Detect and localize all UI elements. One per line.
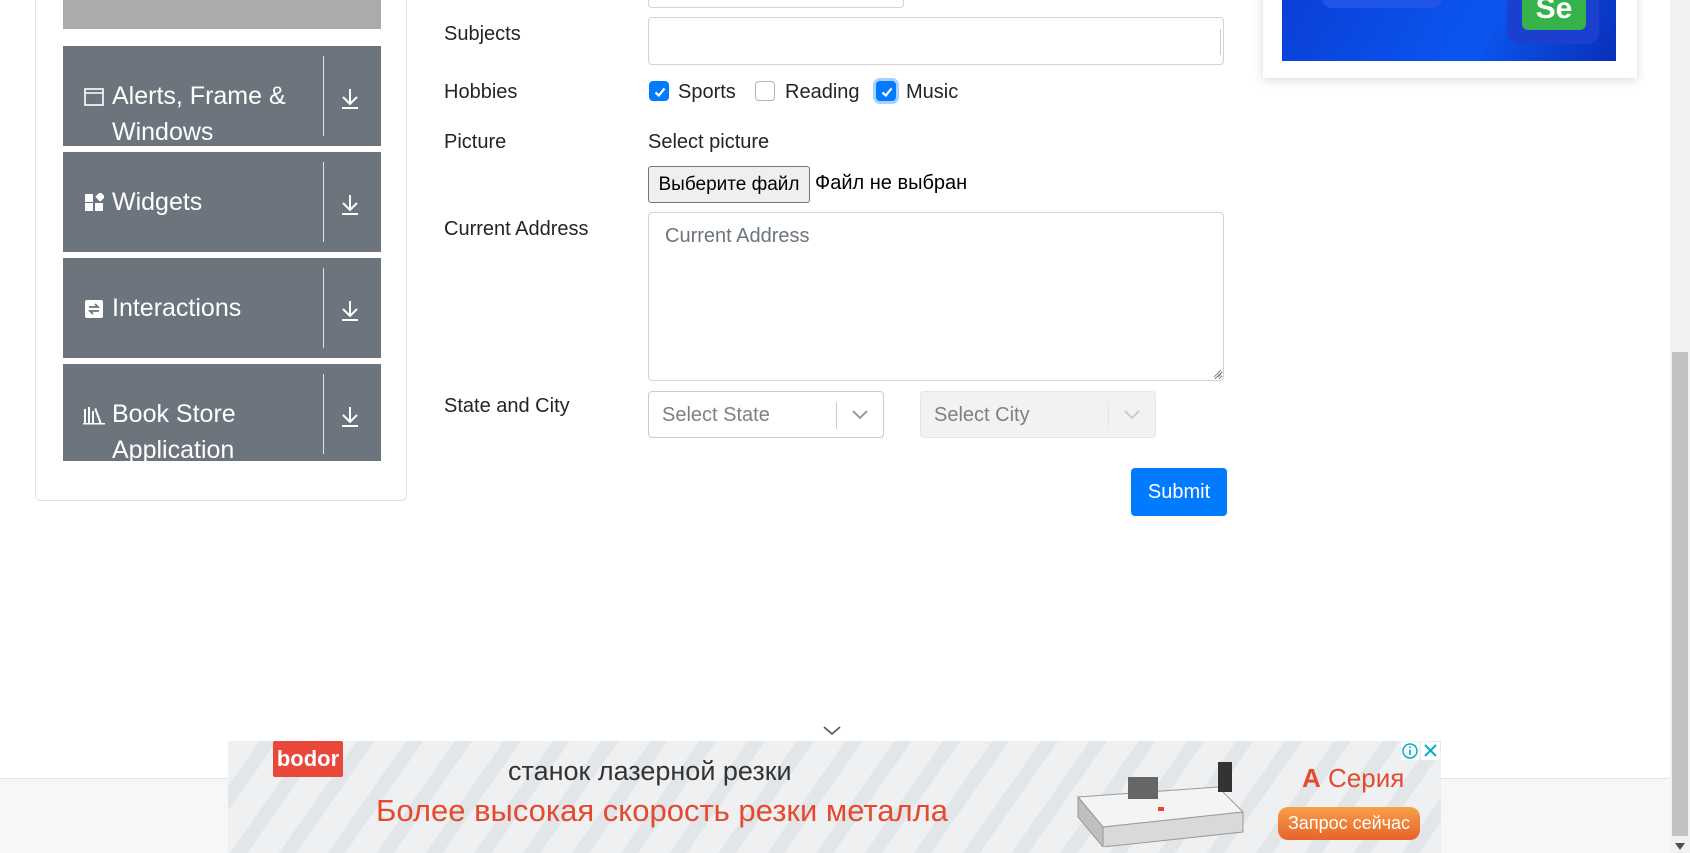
ad-cta-button[interactable]: Запрос сейчас — [1278, 807, 1420, 840]
download-arrow-icon[interactable] — [339, 192, 363, 218]
series-word: Серия — [1328, 763, 1405, 793]
hobbies-label: Hobbies — [444, 81, 518, 103]
interactions-icon — [83, 298, 105, 320]
sidebar-group-title: Alerts, Frame & Windows — [112, 82, 286, 146]
choose-file-button[interactable]: Выберите файл — [648, 166, 810, 203]
sidebar-group-title: Interactions — [112, 294, 242, 322]
hobby-music-label[interactable]: Music — [906, 79, 958, 105]
select-picture-label: Select picture — [648, 131, 770, 153]
ad-series-text: A Серия — [1302, 763, 1404, 794]
download-arrow-icon[interactable] — [339, 404, 363, 430]
selenium-logo: Se — [1522, 0, 1586, 30]
ad-brand-logo: bodor — [273, 741, 343, 777]
subjects-label: Subjects — [444, 23, 521, 45]
ad-decoration — [1322, 0, 1442, 8]
books-icon — [83, 404, 105, 426]
sidebar-group-alerts[interactable]: Alerts, Frame & Windows — [63, 46, 381, 146]
current-address-label: Current Address — [444, 218, 589, 240]
hobby-reading-label[interactable]: Reading — [785, 79, 860, 105]
window-icon — [83, 86, 105, 108]
adchoices-icon[interactable] — [1401, 742, 1419, 760]
download-arrow-icon[interactable] — [339, 86, 363, 112]
scrollbar-thumb[interactable] — [1672, 352, 1688, 836]
select-separator — [836, 402, 837, 429]
divider — [323, 162, 324, 242]
sidebar-group-title: Book Store Application — [112, 400, 236, 461]
right-ad[interactable]: Se — [1263, 0, 1637, 78]
submit-button[interactable]: Submit — [1131, 468, 1227, 516]
sidebar-group-interactions[interactable]: Interactions — [63, 258, 381, 358]
sidebar-group-widgets[interactable]: Widgets — [63, 152, 381, 252]
ad-close-icon[interactable] — [1421, 742, 1440, 760]
sidebar-panel: Alerts, Frame & Windows Widgets Interact… — [35, 0, 407, 501]
download-arrow-icon[interactable] — [339, 298, 363, 324]
city-select-placeholder: Select City — [934, 404, 1030, 426]
ad-image[interactable]: Se — [1282, 0, 1616, 61]
series-prefix: A — [1302, 763, 1321, 793]
laser-machine-image — [1076, 762, 1245, 847]
hobby-sports-label[interactable]: Sports — [678, 79, 736, 105]
divider — [323, 268, 324, 348]
divider — [323, 374, 324, 454]
state-city-label: State and City — [444, 395, 570, 417]
chevron-down-icon[interactable] — [1123, 408, 1141, 422]
picture-label: Picture — [444, 131, 507, 153]
file-status-text: Файл не выбран — [815, 172, 968, 194]
sidebar-group-bookstore[interactable]: Book Store Application — [63, 364, 381, 461]
hobby-reading-checkbox[interactable] — [755, 81, 775, 101]
state-select[interactable]: Select State — [648, 391, 884, 438]
ad-headline: станок лазерной резки — [508, 756, 792, 786]
sidebar-group-partial[interactable] — [63, 0, 381, 29]
collapse-chevron-icon[interactable] — [822, 724, 842, 736]
select-separator — [1108, 402, 1109, 429]
subjects-input[interactable] — [648, 17, 1224, 65]
hobby-music-checkbox[interactable] — [876, 81, 896, 101]
scroll-down-arrow-icon[interactable] — [1675, 838, 1685, 850]
widgets-icon — [83, 192, 105, 214]
divider — [323, 56, 324, 136]
state-select-placeholder: Select State — [662, 404, 770, 426]
text-caret — [1220, 29, 1221, 55]
resize-grip-icon[interactable] — [1211, 367, 1222, 378]
sidebar-group-title: Widgets — [112, 188, 203, 216]
current-address-textarea[interactable] — [648, 212, 1224, 381]
previous-field-input[interactable] — [648, 0, 904, 8]
city-select[interactable]: Select City — [920, 391, 1156, 438]
chevron-down-icon[interactable] — [851, 408, 869, 422]
ad-subheadline: Более высокая скорость резки металла — [376, 793, 948, 828]
bottom-ad-banner[interactable]: bodor станок лазерной резки Более высока… — [228, 741, 1441, 853]
hobby-sports-checkbox[interactable] — [649, 81, 669, 101]
